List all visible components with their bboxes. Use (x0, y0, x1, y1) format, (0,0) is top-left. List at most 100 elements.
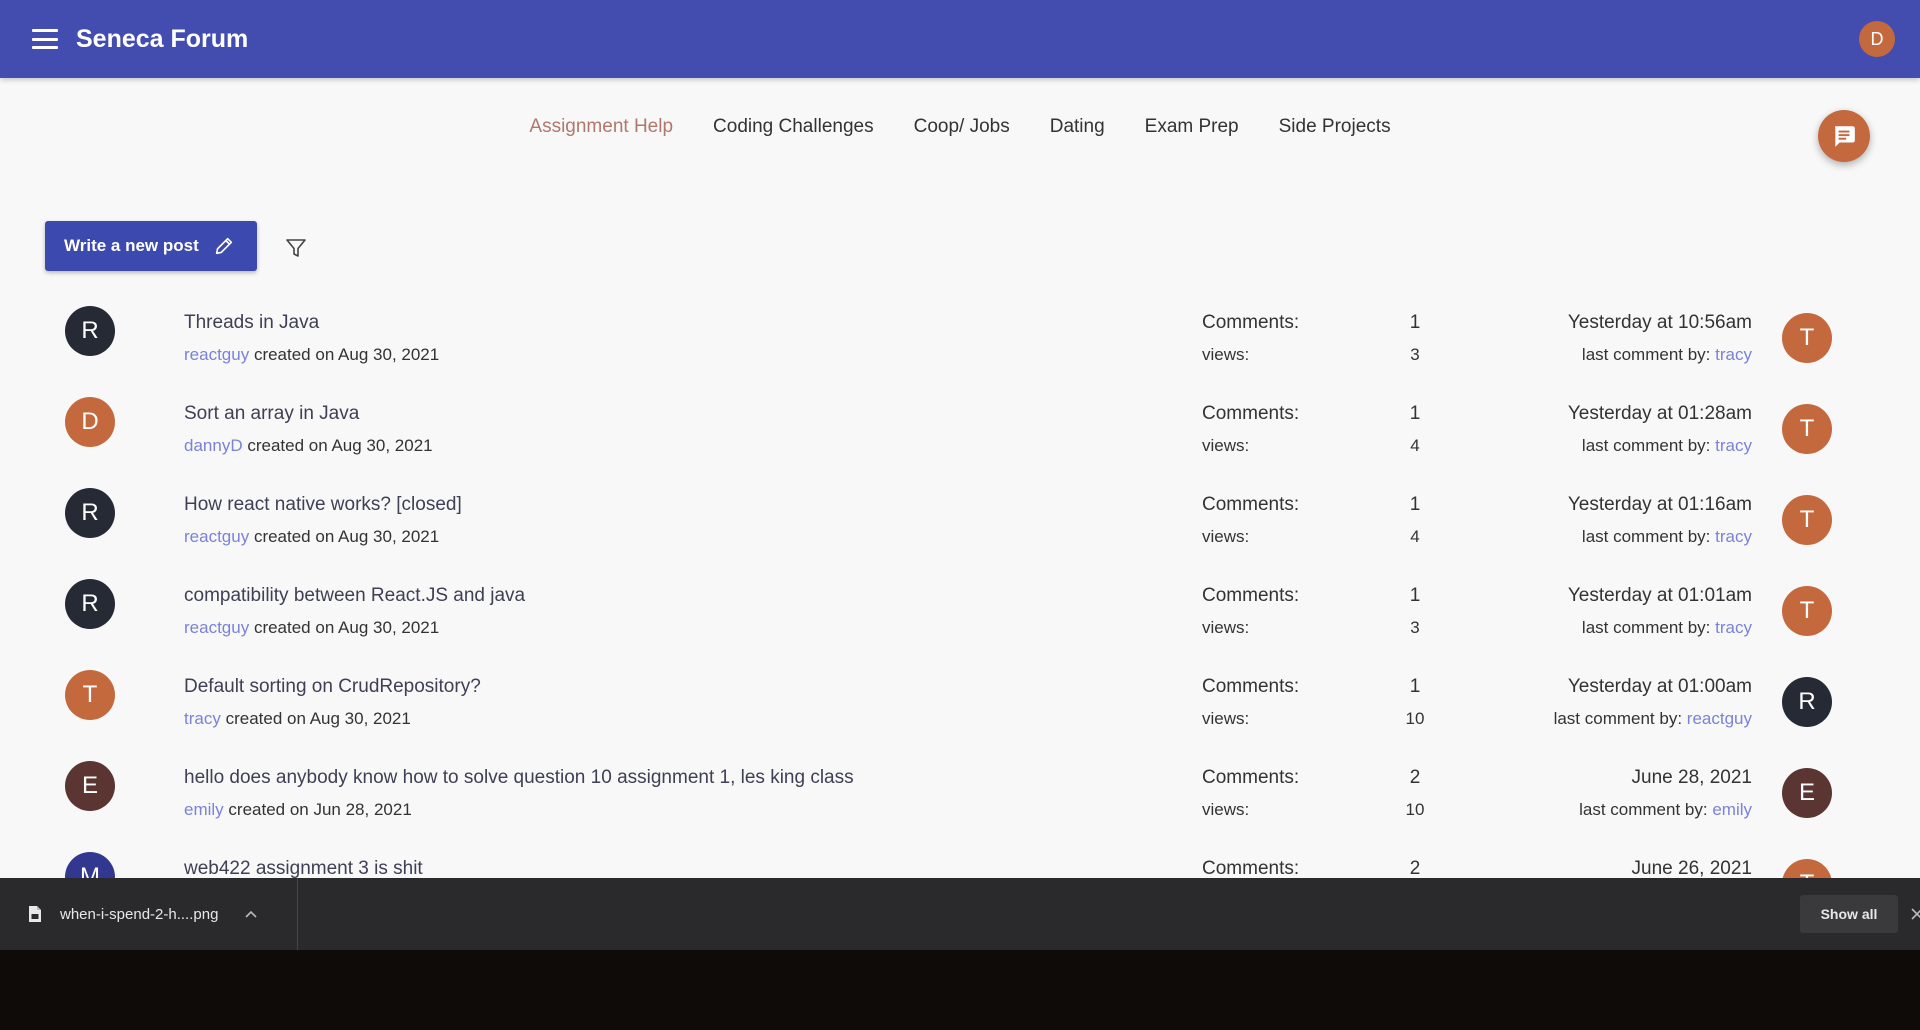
author-link[interactable]: reactguy (184, 618, 249, 637)
last-comment-by: last comment by: tracy (1582, 618, 1752, 638)
last-commenter-avatar[interactable]: T (1782, 313, 1832, 363)
post-meta: reactguy created on Aug 30, 2021 (184, 618, 439, 638)
last-commenter-link[interactable]: tracy (1715, 345, 1752, 364)
tab-coop-jobs[interactable]: Coop/ Jobs (894, 112, 1030, 142)
last-comment-by: last comment by: tracy (1582, 436, 1752, 456)
last-comment-by-label: last comment by: (1581, 618, 1711, 637)
views-count: 10 (1405, 709, 1425, 728)
views-label: views: (1202, 436, 1250, 455)
author-link[interactable]: reactguy (184, 527, 249, 546)
last-commenter-avatar[interactable]: T (1782, 495, 1832, 545)
tab-side-projects[interactable]: Side Projects (1259, 112, 1411, 142)
post-title[interactable]: compatibility between React.JS and java (184, 585, 525, 607)
category-tabs: Assignment Help Coding Challenges Coop/ … (0, 112, 1920, 142)
post-meta: dannyD created on Aug 30, 2021 (184, 436, 433, 456)
last-commenter-link[interactable]: tracy (1715, 527, 1752, 546)
last-commenter-link[interactable]: reactguy (1687, 709, 1752, 728)
tab-coding-challenges[interactable]: Coding Challenges (693, 112, 894, 142)
last-comment-by-label: last comment by: (1579, 800, 1708, 819)
views-label: views: (1202, 527, 1250, 546)
author-link[interactable]: dannyD (184, 436, 243, 455)
last-comment-by: last comment by: tracy (1582, 527, 1752, 547)
comments-count: 2 (1409, 767, 1421, 788)
author-avatar[interactable]: R (65, 488, 115, 538)
download-file-name: when-i-spend-2-h....png (60, 905, 219, 923)
last-comment-date: Yesterday at 01:16am (1567, 494, 1752, 515)
last-commenter-link[interactable]: emily (1712, 800, 1752, 819)
tab-exam-prep[interactable]: Exam Prep (1125, 112, 1259, 142)
show-all-button[interactable]: Show all (1800, 895, 1898, 933)
author-avatar[interactable]: D (65, 397, 115, 447)
post-title[interactable]: hello does anybody know how to solve que… (184, 767, 854, 789)
post-title[interactable]: web422 assignment 3 is shit (184, 858, 423, 878)
comments-label: Comments: (1202, 676, 1300, 697)
comments-count: 1 (1409, 676, 1421, 697)
views-count: 3 (1410, 345, 1420, 364)
forum-page: Seneca Forum D Assignment Help Coding Ch… (0, 0, 1920, 878)
author-avatar[interactable]: R (65, 306, 115, 356)
comments-count: 1 (1409, 312, 1421, 333)
views-label: views: (1202, 618, 1250, 637)
author-link[interactable]: reactguy (184, 345, 249, 364)
created-date: created on Aug 30, 2021 (253, 345, 440, 364)
write-new-post-button[interactable]: Write a new post (45, 221, 257, 271)
post-title[interactable]: Threads in Java (184, 312, 319, 334)
post-row: T Default sorting on CrudRepository? tra… (0, 654, 1920, 745)
last-commenter-link[interactable]: tracy (1715, 618, 1752, 637)
views-label: views: (1202, 345, 1250, 364)
post-title[interactable]: Default sorting on CrudRepository? (184, 676, 481, 698)
comments-count: 1 (1409, 494, 1421, 515)
chevron-up-icon[interactable] (244, 909, 258, 919)
author-avatar[interactable]: T (65, 670, 115, 720)
created-date: created on Aug 30, 2021 (253, 527, 440, 546)
last-comment-by: last comment by: tracy (1582, 345, 1752, 365)
post-row: E hello does anybody know how to solve q… (0, 745, 1920, 836)
last-commenter-avatar[interactable]: E (1782, 768, 1832, 818)
author-avatar[interactable]: M (65, 852, 115, 878)
user-avatar[interactable]: D (1859, 21, 1895, 57)
comments-label: Comments: (1202, 585, 1300, 606)
filter-icon[interactable] (284, 236, 308, 260)
tab-dating[interactable]: Dating (1030, 112, 1125, 142)
last-commenter-avatar[interactable]: R (1782, 677, 1832, 727)
comments-count: 1 (1409, 403, 1421, 424)
author-link[interactable]: emily (184, 800, 224, 819)
post-list: R Threads in Java reactguy created on Au… (0, 290, 1920, 878)
app-title[interactable]: Seneca Forum (76, 25, 248, 54)
last-commenter-link[interactable]: tracy (1715, 436, 1752, 455)
post-meta: reactguy created on Aug 30, 2021 (184, 527, 439, 547)
comments-label: Comments: (1202, 403, 1300, 424)
last-commenter-avatar[interactable]: T (1782, 404, 1832, 454)
last-comment-date: June 26, 2021 (1631, 858, 1752, 878)
file-icon (29, 906, 41, 922)
post-meta: tracy created on Aug 30, 2021 (184, 709, 411, 729)
post-row: D Sort an array in Java dannyD created o… (0, 381, 1920, 472)
created-date: created on Aug 30, 2021 (247, 436, 433, 455)
views-count: 4 (1410, 436, 1420, 455)
post-title[interactable]: How react native works? [closed] (184, 494, 462, 516)
post-meta: emily created on Jun 28, 2021 (184, 800, 412, 820)
post-row: M web422 assignment 3 is shit Comments: … (0, 836, 1920, 878)
app-bar: Seneca Forum D (0, 0, 1920, 78)
last-comment-by-label: last comment by: (1553, 709, 1683, 728)
views-label: views: (1202, 709, 1250, 728)
download-item[interactable]: when-i-spend-2-h....png (0, 878, 298, 950)
author-link[interactable]: tracy (184, 709, 221, 728)
last-commenter-avatar[interactable]: T (1782, 859, 1832, 878)
last-comment-date: Yesterday at 01:01am (1567, 585, 1752, 606)
comments-label: Comments: (1202, 858, 1300, 878)
author-avatar[interactable]: E (65, 761, 115, 811)
last-comment-date: Yesterday at 10:56am (1567, 312, 1752, 333)
last-commenter-avatar[interactable]: T (1782, 586, 1832, 636)
post-row: R Threads in Java reactguy created on Au… (0, 290, 1920, 381)
chat-button[interactable] (1818, 110, 1870, 162)
author-avatar[interactable]: R (65, 579, 115, 629)
post-title[interactable]: Sort an array in Java (184, 403, 359, 425)
tab-assignment-help[interactable]: Assignment Help (509, 112, 693, 142)
write-new-post-label: Write a new post (64, 236, 199, 255)
pencil-icon (215, 237, 232, 255)
views-label: views: (1202, 800, 1250, 819)
hamburger-menu-icon[interactable] (32, 29, 58, 49)
close-icon[interactable] (1908, 904, 1920, 924)
post-row: R compatibility between React.JS and jav… (0, 563, 1920, 654)
